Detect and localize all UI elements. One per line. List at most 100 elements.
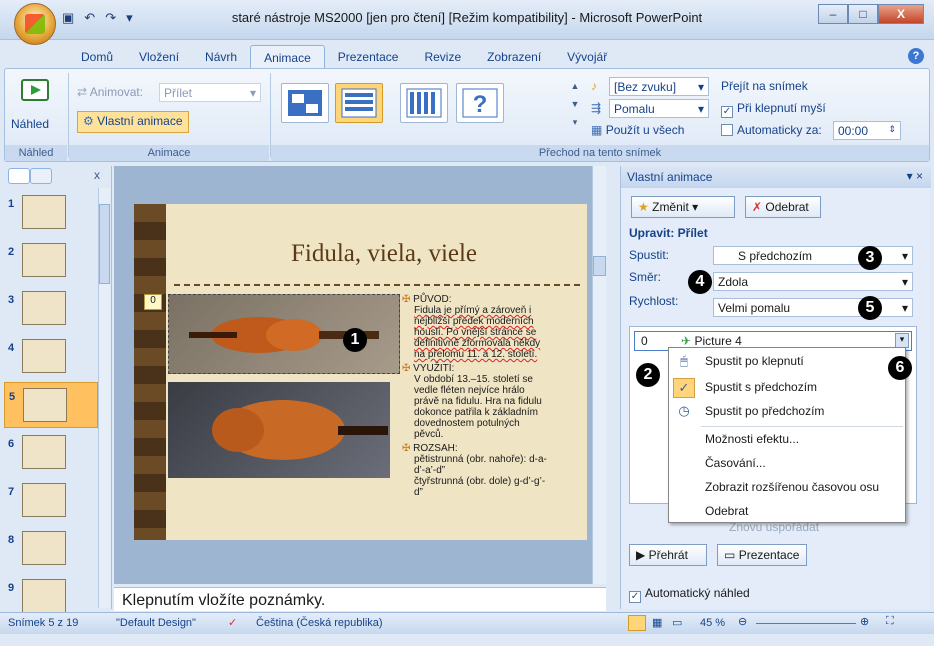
pane-title: Vlastní animace [627, 170, 713, 184]
slideshow-button[interactable]: ▭ Prezentace [717, 544, 807, 566]
auto-preview-label: Automatický náhled [645, 586, 750, 600]
apply-all-button[interactable]: ▦ Použít u všech [591, 123, 684, 137]
view-sorter-icon[interactable]: ▦ [652, 616, 662, 629]
redo-icon[interactable]: ↷ [105, 10, 116, 26]
tab-developer[interactable]: Vývojář [554, 45, 620, 69]
sound-combo[interactable]: [Bez zvuku] ▾ [609, 77, 709, 96]
help-icon[interactable]: ? [908, 48, 924, 64]
zoom-out-icon[interactable]: ⊖ [738, 615, 747, 628]
tab-slideshow[interactable]: Prezentace [325, 45, 412, 69]
slides-tab[interactable] [8, 168, 30, 184]
change-label: Změnit [652, 200, 689, 214]
menu-item-start-on-click[interactable]: 🖱 Spustit po klepnutí [669, 350, 905, 374]
fly-in-icon: ✈ [681, 334, 692, 348]
play-button[interactable]: ▶ Přehrát [629, 544, 707, 566]
slide-thumbnail[interactable]: 6 [4, 430, 98, 476]
auto-time-spinner[interactable]: 00:00 ⇕ [833, 121, 901, 140]
slide-thumbnail[interactable]: 4 [4, 334, 98, 380]
slide-thumbnail[interactable]: 1 [4, 190, 98, 236]
undo-icon[interactable]: ↶ [84, 10, 95, 26]
menu-item-start-after-previous[interactable]: ◷ Spustit po předchozím [669, 400, 905, 424]
slide-number: 8 [8, 534, 15, 546]
speed-icon: ⇶ [591, 101, 602, 115]
slide-canvas[interactable]: Fidula, viela, viele 0 1 ✠ PŮVOD: Fidula… [134, 204, 587, 540]
preview-button[interactable]: Náhled [9, 73, 61, 141]
menu-item-effect-options[interactable]: Možnosti efektu... [669, 428, 905, 452]
speed-combo-pane[interactable]: Velmi pomalu ▾ [713, 298, 913, 317]
menu-item-label: Časování... [705, 456, 766, 470]
editor-vscrollbar[interactable] [592, 166, 606, 584]
slide-thumbnail[interactable]: 3 [4, 286, 98, 332]
menu-item-remove[interactable]: Odebrat [669, 500, 905, 524]
slide-preview [22, 579, 66, 613]
play-icon: ▶ [636, 548, 646, 562]
spellcheck-icon[interactable]: ✓ [228, 616, 237, 629]
menu-item-start-with-previous[interactable]: ✓ Spustit s předchozím [669, 376, 905, 400]
transition-thumb-4[interactable]: ? [456, 83, 504, 123]
view-slideshow-icon[interactable]: ▭ [672, 616, 682, 629]
direction-value: Zdola [718, 275, 749, 289]
menu-item-timing[interactable]: Časování... [669, 452, 905, 476]
zoom-level[interactable]: 45 % [700, 617, 725, 629]
save-icon[interactable]: ▣ [62, 10, 74, 26]
start-combo[interactable]: S předchozím ▾ [713, 246, 913, 265]
animate-text: Animovat: [89, 85, 144, 99]
change-button[interactable]: ★ Změnit ▾ [631, 196, 735, 218]
notes-pane[interactable]: Klepnutím vložíte poznámky. [114, 587, 606, 611]
outline-tab[interactable] [30, 168, 52, 184]
slide-thumbnail[interactable]: 7 [4, 478, 98, 524]
tab-design[interactable]: Návrh [192, 45, 250, 69]
auto-preview-checkbox[interactable]: ✓ Automatický náhled [629, 586, 750, 603]
slide-bullets[interactable]: ✠ PŮVOD: Fidula je přímý a zároveň i nej… [402, 294, 548, 498]
gallery-scroll[interactable]: ▲ ▼ ▾ [569, 77, 581, 133]
slide-thumbnail[interactable]: 8 [4, 526, 98, 572]
tab-home[interactable]: Domů [68, 45, 126, 69]
bullet-usage-text: V období 13.–15. století se vedle fléten… [414, 374, 542, 440]
callout-4: 4 [688, 270, 712, 294]
group-label-preview: Náhled [5, 145, 67, 161]
direction-combo[interactable]: Zdola ▾ [713, 272, 913, 291]
tab-insert[interactable]: Vložení [126, 45, 192, 69]
on-click-checkbox[interactable]: ✓ Při klepnutí myší [721, 101, 826, 118]
checkbox-checked: ✓ [721, 106, 733, 118]
language[interactable]: Čeština (Česká republika) [256, 617, 383, 629]
speed-value: Pomalu [614, 102, 655, 116]
star-icon: ★ [638, 200, 649, 214]
list-item-dropdown-icon[interactable]: ▾ [895, 333, 909, 348]
zoom-slider[interactable] [756, 623, 856, 624]
transition-thumb-2[interactable] [335, 83, 383, 123]
close-button[interactable]: X [878, 4, 924, 24]
custom-animation-button[interactable]: ⚙ Vlastní animace [77, 111, 189, 133]
transition-thumb-3[interactable] [400, 83, 448, 123]
pane-close-icon[interactable]: ▾ × [907, 169, 923, 183]
transition-thumb-1[interactable] [281, 83, 329, 123]
tab-review[interactable]: Revize [411, 45, 474, 69]
speed-combo[interactable]: Pomalu ▾ [609, 99, 709, 118]
remove-button[interactable]: ✗ Odebrat [745, 196, 821, 218]
auto-time-value: 00:00 [838, 124, 869, 138]
tab-view[interactable]: Zobrazení [474, 45, 554, 69]
slide-number: 2 [8, 246, 15, 258]
bullet-usage-head: VYUŽITÍ: [413, 363, 455, 374]
maximize-button[interactable]: □ [848, 4, 878, 24]
office-button[interactable] [14, 3, 56, 45]
animate-label: ⇄ Animovat: [77, 85, 143, 99]
auto-after-checkbox[interactable]: Automaticky za: [721, 123, 822, 137]
close-icon[interactable]: x [94, 168, 100, 182]
menu-divider [701, 426, 903, 427]
zoom-in-icon[interactable]: ⊕ [860, 615, 869, 628]
auto-after-label: Automaticky za: [737, 123, 822, 137]
minimize-button[interactable]: – [818, 4, 848, 24]
tab-animations[interactable]: Animace [250, 45, 325, 69]
slide-thumbnail[interactable]: 5 [4, 382, 98, 428]
qat-more-icon[interactable]: ▾ [126, 10, 133, 26]
slide-preview [22, 291, 66, 325]
slideshow-label: Prezentace [738, 548, 800, 562]
menu-item-show-timeline[interactable]: Zobrazit rozšířenou časovou osu [669, 476, 905, 500]
view-normal-icon[interactable] [628, 615, 646, 631]
menu-item-label: Zobrazit rozšířenou časovou osu [705, 480, 880, 494]
slide-thumbnail[interactable]: 2 [4, 238, 98, 284]
fiddle-picture-bottom[interactable] [168, 382, 390, 478]
fit-window-icon[interactable]: ⛶ [886, 615, 894, 628]
slides-scrollbar[interactable] [98, 188, 110, 608]
